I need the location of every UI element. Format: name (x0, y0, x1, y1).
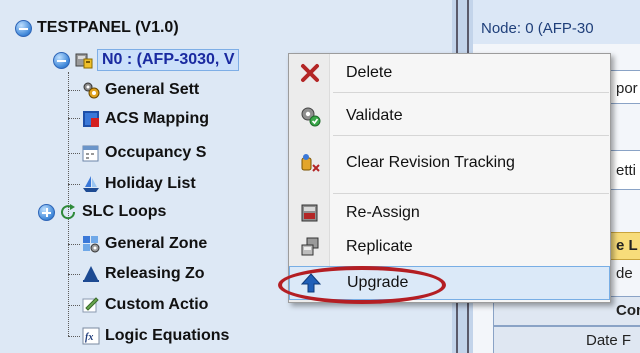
details-tab-text: etti (616, 162, 637, 179)
tree-item-label: Custom Actio (105, 296, 209, 313)
tree-connector (68, 90, 80, 91)
tree-item-releasing-zone[interactable]: Releasing Zo (82, 262, 205, 286)
menu-item-validate[interactable]: Validate (289, 99, 610, 133)
reassign-icon (289, 202, 330, 224)
tree-node-n0-label: N0 : (AFP-3030, V (97, 49, 240, 71)
tree-item-custom-action[interactable]: Custom Actio (82, 293, 208, 317)
details-table-header-text: Comm (616, 302, 640, 319)
tree-root-node[interactable]: TESTPANEL (V1.0) (15, 16, 179, 40)
loop-refresh-icon (59, 203, 77, 221)
tree-item-general-settings[interactable]: General Sett (82, 78, 199, 102)
tree-connector (68, 274, 80, 275)
tree-connector (68, 336, 80, 337)
details-field-text: de (616, 265, 633, 282)
node-header: Node: 0 (AFP-30 (473, 0, 640, 44)
menu-separator (333, 135, 609, 136)
tree-item-label: Logic Equations (105, 327, 230, 344)
validate-gear-icon (289, 105, 330, 127)
tree-node-n0[interactable]: N0 : (AFP-3030, V (53, 48, 240, 72)
details-section-text: e L (616, 237, 638, 254)
menu-separator (333, 193, 609, 194)
tree-item-label: SLC Loops (82, 203, 167, 220)
tree-item-label: Releasing Zo (105, 265, 205, 282)
tree-item-label: Occupancy S (105, 144, 207, 161)
svg-text:fx: fx (85, 332, 93, 343)
expand-icon[interactable] (38, 203, 55, 221)
collapse-icon[interactable] (53, 51, 70, 69)
tree-connector (68, 153, 80, 154)
custom-action-icon (82, 296, 100, 314)
menu-item-label: Re-Assign (346, 204, 420, 221)
tree-item-general-zone[interactable]: General Zone (82, 232, 207, 256)
menu-item-clear-revision-tracking[interactable]: Clear Revision Tracking (289, 146, 610, 180)
menu-item-label: Delete (346, 64, 393, 81)
acs-map-icon (82, 110, 100, 128)
zone-gear-icon (82, 235, 100, 253)
tree-item-acs-mapping[interactable]: ACS Mapping (82, 107, 209, 131)
menu-item-label: Clear Revision Tracking (346, 154, 515, 171)
calendar-icon (82, 144, 100, 162)
tree-item-logic-equations[interactable]: fx Logic Equations (82, 324, 229, 348)
details-table-row-text: Date F (586, 332, 632, 349)
menu-item-replicate[interactable]: Replicate (289, 230, 610, 264)
tree-connector (68, 118, 80, 119)
tree-connector (68, 244, 80, 245)
details-field-text: por (616, 80, 638, 97)
tree-item-slc-loops[interactable]: SLC Loops (38, 200, 166, 224)
tree-item-label: General Sett (105, 81, 200, 98)
tree-connector (68, 305, 80, 306)
sailboat-icon (82, 175, 100, 193)
gears-icon (82, 81, 100, 99)
highlight-ring-annotation (278, 266, 446, 304)
menu-item-delete[interactable]: Delete (289, 56, 610, 90)
menu-item-re-assign[interactable]: Re-Assign (289, 196, 610, 230)
context-menu: Delete Validate Clear Revision Tracking … (288, 53, 611, 303)
delete-x-icon (289, 62, 330, 84)
menu-item-label: Replicate (346, 238, 413, 255)
releasing-icon (82, 265, 100, 283)
menu-separator (333, 92, 609, 93)
collapse-icon[interactable] (15, 19, 32, 37)
tree-root-label: TESTPANEL (V1.0) (37, 19, 179, 36)
tree-item-label: General Zone (105, 235, 208, 252)
panel-node-icon (75, 51, 93, 69)
tree-item-occupancy[interactable]: Occupancy S (82, 141, 206, 165)
menu-item-label: Validate (346, 107, 403, 124)
tree-item-label: ACS Mapping (105, 110, 209, 127)
tree-connector (68, 184, 80, 185)
tree-item-holiday-list[interactable]: Holiday List (82, 172, 196, 196)
fx-icon: fx (82, 327, 100, 345)
replicate-icon (289, 236, 330, 258)
tree-item-label: Holiday List (105, 175, 196, 192)
clear-revision-icon (289, 152, 330, 174)
